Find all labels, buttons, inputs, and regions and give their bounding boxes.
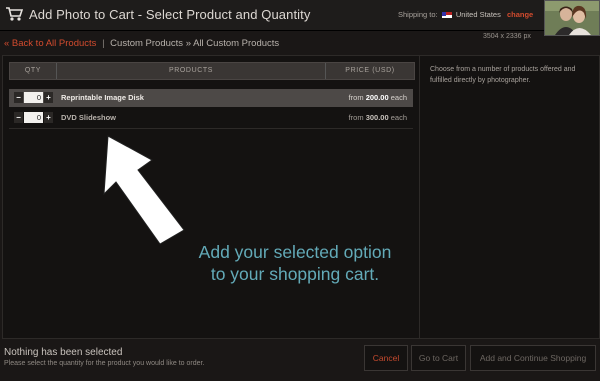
callout-line-1: Add your selected option: [198, 242, 392, 262]
breadcrumb-separator: |: [102, 38, 105, 49]
column-header-price: PRICE (USD): [345, 67, 395, 74]
breadcrumb-all-custom-products: All Custom Products: [193, 38, 280, 49]
product-name: DVD Slideshow: [61, 113, 117, 122]
instruction-callout: Add your selected option to your shoppin…: [160, 241, 430, 285]
go-to-cart-button[interactable]: Go to Cart: [411, 345, 466, 371]
breadcrumb: « Back to All Products | Custom Products…: [4, 38, 279, 49]
price-suffix: each: [390, 113, 407, 122]
product-panel: QTY PRODUCTS PRICE (USD) − 0 + Reprintab…: [2, 55, 600, 339]
dialog-header: Add Photo to Cart - Select Product and Q…: [0, 0, 600, 36]
us-flag-icon: [441, 11, 452, 18]
product-price: from 300.00 each: [349, 113, 407, 122]
callout-line-2: to your shopping cart.: [210, 264, 380, 284]
price-suffix: each: [390, 93, 407, 102]
panel-divider: [419, 56, 420, 338]
shipping-info: Shipping to: United States change: [398, 10, 533, 19]
photo-thumbnail: [544, 0, 600, 36]
pointer-arrow-icon: [103, 135, 185, 245]
dialog-title: Add Photo to Cart - Select Product and Q…: [29, 7, 311, 22]
add-and-continue-button[interactable]: Add and Continue Shopping: [470, 345, 596, 371]
selection-hint: Please select the quantity for the produ…: [4, 360, 205, 367]
shipping-country: United States: [455, 10, 501, 19]
product-price: from 200.00 each: [349, 93, 407, 102]
price-value: 300.00: [365, 113, 389, 122]
column-header-products: PRODUCTS: [57, 63, 326, 79]
table-row[interactable]: − 0 + DVD Slideshow from 300.00 each: [9, 109, 413, 129]
product-name: Reprintable Image Disk: [61, 93, 144, 102]
side-note: Choose from a number of products offered…: [430, 66, 576, 84]
breadcrumb-custom-products[interactable]: Custom Products: [110, 38, 183, 49]
decrement-button[interactable]: −: [14, 112, 23, 123]
increment-button[interactable]: +: [44, 92, 53, 103]
cancel-button[interactable]: Cancel: [364, 345, 408, 371]
selection-status: Nothing has been selected: [4, 347, 123, 358]
price-value: 200.00: [365, 93, 389, 102]
table-header: QTY PRODUCTS PRICE (USD): [9, 62, 415, 80]
price-prefix: from: [348, 93, 364, 102]
decrement-button[interactable]: −: [14, 92, 23, 103]
image-dimensions: 3504 x 2336 px: [483, 33, 531, 40]
breadcrumb-chevron: »: [185, 38, 191, 49]
increment-button[interactable]: +: [44, 112, 53, 123]
cart-icon: [6, 7, 23, 21]
price-prefix: from: [348, 113, 364, 122]
quantity-input[interactable]: 0: [24, 92, 43, 103]
table-row[interactable]: − 0 + Reprintable Image Disk from 200.00…: [9, 89, 413, 107]
shipping-label: Shipping to:: [398, 10, 438, 19]
back-to-all-products-link[interactable]: « Back to All Products: [4, 38, 96, 49]
quantity-input[interactable]: 0: [24, 112, 43, 123]
change-country-link[interactable]: change: [507, 10, 533, 19]
column-header-qty: QTY: [10, 63, 57, 79]
